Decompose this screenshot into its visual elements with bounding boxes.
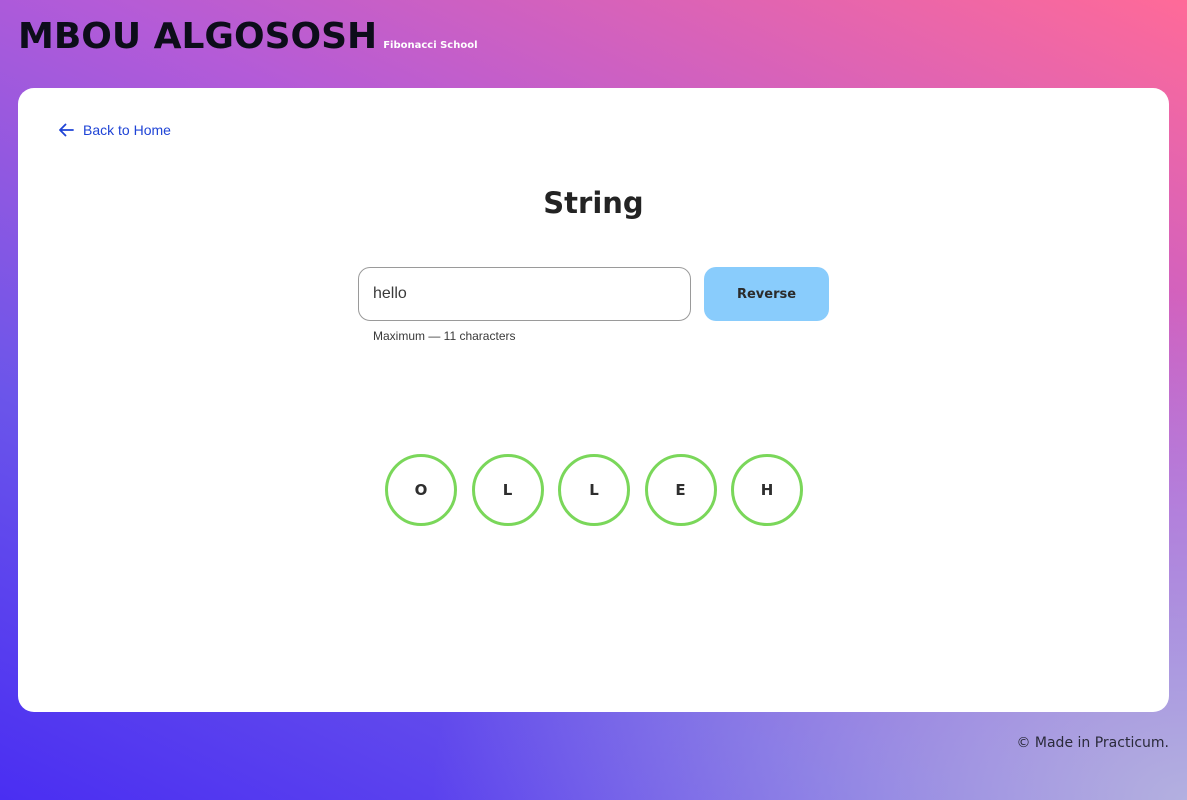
letter-circle: L	[558, 454, 630, 526]
letter-circle: E	[644, 454, 717, 526]
brand-subtitle: Fibonacci School	[383, 40, 478, 51]
brand-title: MBOU ALGOSOSH	[18, 16, 378, 57]
string-input[interactable]	[358, 267, 691, 321]
input-hint: Maximum — 11 characters	[373, 329, 516, 343]
footer-credit: © Made in Practicum.	[1016, 735, 1169, 751]
app-header: MBOU ALGOSOSH Fibonacci School	[18, 14, 478, 60]
letter-circle: O	[385, 454, 457, 526]
result-circles: O L L E H	[385, 454, 818, 526]
reverse-button[interactable]: Reverse	[704, 267, 829, 321]
page-title: String	[543, 186, 644, 220]
main-card: Back to Home String Maximum — 11 charact…	[18, 88, 1169, 712]
back-link-label: Back to Home	[83, 122, 171, 138]
arrow-left-icon	[59, 123, 74, 137]
letter-circle: L	[471, 454, 544, 526]
back-to-home-link[interactable]: Back to Home	[58, 122, 171, 138]
letter-circle: H	[731, 454, 803, 526]
